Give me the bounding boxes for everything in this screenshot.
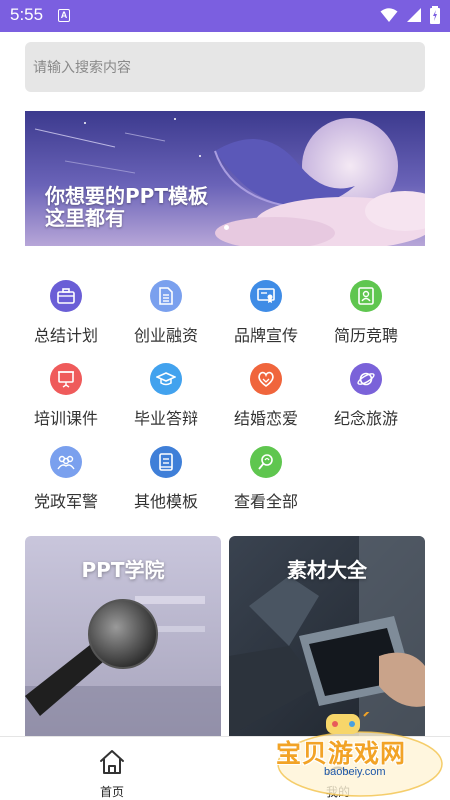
category-label: 品牌宣传 xyxy=(233,326,298,345)
category-label: 纪念旅游 xyxy=(333,409,398,428)
certificate-icon xyxy=(250,280,282,312)
category-item-graduation[interactable]: 毕业答辩 xyxy=(116,363,216,433)
card-ppt-academy[interactable]: PPT学院 xyxy=(25,536,221,736)
category-label: 结婚恋爱 xyxy=(233,409,298,428)
category-item-summary-plan[interactable]: 总结计划 xyxy=(16,280,116,350)
status-bar: 5:55 A xyxy=(0,0,450,32)
category-label: 总结计划 xyxy=(33,326,98,345)
category-item-startup-financing[interactable]: 创业融资 xyxy=(116,280,216,350)
category-label: 简历竞聘 xyxy=(333,326,398,345)
graduation-cap-icon xyxy=(150,363,182,395)
category-label: 查看全部 xyxy=(233,492,298,511)
presentation-icon xyxy=(50,363,82,395)
banner-line-2: 这里都有 xyxy=(45,206,125,230)
card-materials[interactable]: 素材大全 xyxy=(229,536,425,736)
heart-icon xyxy=(250,363,282,395)
search-placeholder: 请输入搜索内容 xyxy=(33,60,131,76)
category-item-wedding[interactable]: 结婚恋爱 xyxy=(216,363,316,433)
nav-home-label: 首页 xyxy=(99,785,124,799)
planet-icon xyxy=(350,363,382,395)
search-input[interactable]: 请输入搜索内容 xyxy=(25,42,425,92)
system-icons xyxy=(380,6,440,24)
card-title: PPT学院 xyxy=(81,558,165,582)
promo-banner[interactable]: 你想要的PPT模板 这里都有 xyxy=(25,111,425,246)
category-label: 毕业答辩 xyxy=(133,409,198,428)
category-label: 创业融资 xyxy=(133,326,198,345)
banner-line-1: 你想要的PPT模板 xyxy=(45,184,208,208)
book-icon xyxy=(150,446,182,478)
signal-icon xyxy=(407,8,421,22)
category-item-view-all[interactable]: 查看全部 xyxy=(216,446,316,516)
category-label: 培训课件 xyxy=(33,409,98,428)
watermark-url: baobeiy.com xyxy=(324,766,386,778)
status-time: 5:55 xyxy=(10,5,44,24)
view-all-icon xyxy=(250,446,282,478)
category-item-travel[interactable]: 纪念旅游 xyxy=(316,363,416,433)
category-label: 其他模板 xyxy=(133,492,198,511)
category-item-training[interactable]: 培训课件 xyxy=(16,363,116,433)
category-item-other-templates[interactable]: 其他模板 xyxy=(116,446,216,516)
watermark-title: 宝贝游戏网 xyxy=(276,739,407,768)
category-item-brand-promotion[interactable]: 品牌宣传 xyxy=(216,280,316,350)
battery-icon xyxy=(430,6,440,24)
category-item-resume[interactable]: 简历竞聘 xyxy=(316,280,416,350)
category-label: 党政军警 xyxy=(33,492,98,511)
group-icon xyxy=(50,446,82,478)
resume-icon xyxy=(350,280,382,312)
category-item-party-government[interactable]: 党政军警 xyxy=(16,446,116,516)
card-title: 素材大全 xyxy=(287,558,367,582)
banner-indicator-dot[interactable] xyxy=(224,225,229,230)
home-icon xyxy=(100,750,124,774)
wifi-icon xyxy=(380,8,398,22)
briefcase-icon xyxy=(50,280,82,312)
banner-text: 你想要的PPT模板 这里都有 xyxy=(45,185,208,229)
document-icon xyxy=(150,280,182,312)
watermark: 宝贝游戏网 baobeiy.com xyxy=(272,709,448,800)
notification-icon: A xyxy=(58,9,70,22)
nav-home[interactable]: 首页 xyxy=(82,741,142,799)
